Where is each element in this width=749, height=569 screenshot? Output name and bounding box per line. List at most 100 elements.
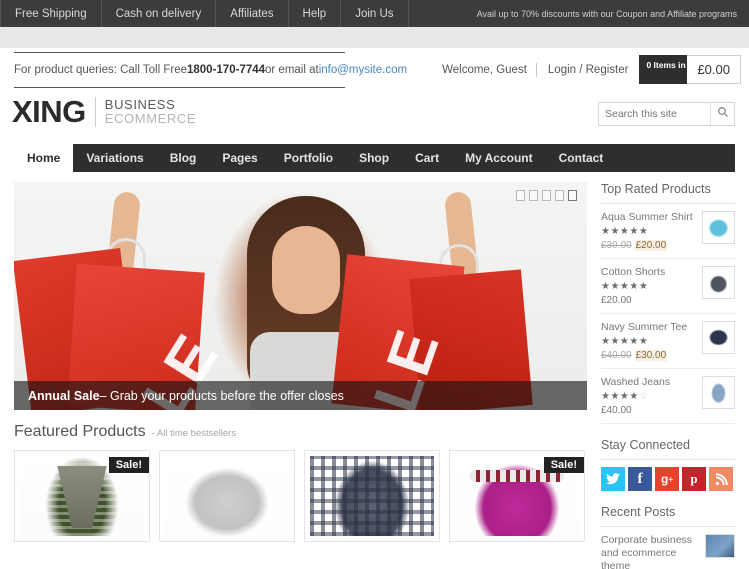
product-card-1[interactable]: Sale! — [14, 450, 150, 542]
product-image-2 — [165, 456, 289, 536]
nav-item-blog[interactable]: Blog — [157, 144, 210, 172]
hero-slide-dot-5[interactable] — [568, 190, 577, 201]
top-rated-name-3: Navy Summer Tee — [601, 321, 688, 333]
top-rated-info-2: Cotton Shorts ★★★★★ £20.00 — [601, 266, 702, 306]
logo-search-row: XING BUSINESS ECOMMERCE — [0, 94, 749, 144]
twitter-icon[interactable] — [601, 467, 625, 491]
product-card-4[interactable]: Sale! — [449, 450, 585, 542]
nav-item-cart[interactable]: Cart — [402, 144, 452, 172]
hero-slide-dot-2[interactable] — [529, 190, 538, 201]
topbar-link-help[interactable]: Help — [289, 0, 342, 27]
top-rated-thumb-1[interactable] — [702, 211, 735, 244]
sidebar-column: Top Rated Products Aqua Summer Shirt ★★★… — [601, 182, 735, 569]
top-rated-info-4: Washed Jeans ★★★★☆ £40.00 — [601, 376, 702, 416]
featured-products-grid: Sale! Sale! — [14, 450, 587, 542]
top-bar-links: Free Shipping Cash on delivery Affiliate… — [0, 0, 409, 27]
top-rated-price-3: £30.00 — [634, 350, 668, 361]
hero-image: SALE SALE — [14, 182, 587, 410]
widget-recent-posts: Recent Posts Corporate business and ecom… — [601, 505, 735, 569]
top-rated-prices-3: £40.00 £30.00 — [601, 350, 697, 361]
welcome-text: Welcome, Guest — [442, 63, 527, 76]
nav-item-pages[interactable]: Pages — [209, 144, 270, 172]
hero-caption: Annual Sale – Grab your products before … — [14, 381, 587, 410]
contact-email-link[interactable]: info@mysite.com — [319, 64, 407, 76]
top-rated-item-2[interactable]: Cotton Shorts ★★★★★ £20.00 — [601, 266, 735, 314]
topbar-link-affiliates[interactable]: Affiliates — [216, 0, 289, 27]
topbar-link-cash-on-delivery[interactable]: Cash on delivery — [102, 0, 217, 27]
topbar-link-free-shipping[interactable]: Free Shipping — [0, 0, 102, 27]
top-rated-item-1[interactable]: Aqua Summer Shirt ★★★★★ £30.00 £20.00 — [601, 211, 735, 259]
hero-caption-bold: Annual Sale — [28, 388, 100, 403]
stay-connected-title: Stay Connected — [601, 438, 735, 460]
main-nav-wrapper: Home Variations Blog Pages Portfolio Sho… — [0, 144, 749, 172]
logo-tagline-line2: ECOMMERCE — [104, 111, 197, 126]
top-rated-item-3[interactable]: Navy Summer Tee ★★★★★ £40.00 £30.00 — [601, 321, 735, 369]
nav-item-variations[interactable]: Variations — [73, 144, 156, 172]
nav-item-home[interactable]: Home — [14, 144, 74, 172]
recent-post-thumb-1[interactable] — [705, 534, 735, 558]
top-rated-name-2: Cotton Shorts — [601, 266, 666, 278]
top-rated-info-1: Aqua Summer Shirt ★★★★★ £30.00 £20.00 — [601, 211, 702, 251]
cart-total-amount[interactable]: £0.00 — [687, 55, 741, 84]
login-register-link[interactable]: Login / Register — [537, 64, 640, 76]
site-logo[interactable]: XING BUSINESS ECOMMERCE — [12, 94, 196, 130]
top-rated-old-price-3: £40.00 — [601, 350, 632, 361]
logo-brand-text: XING — [12, 94, 86, 129]
top-rated-price-4: £40.00 — [601, 405, 632, 416]
hero-model-face — [272, 226, 340, 314]
top-rated-thumb-4[interactable] — [702, 376, 735, 409]
top-rated-item-4[interactable]: Washed Jeans ★★★★☆ £40.00 — [601, 376, 735, 424]
nav-item-shop[interactable]: Shop — [346, 144, 402, 172]
nav-item-contact[interactable]: Contact — [546, 144, 617, 172]
top-rated-prices-2: £20.00 — [601, 295, 697, 306]
facebook-icon[interactable]: f — [628, 467, 652, 491]
top-rated-name-1: Aqua Summer Shirt — [601, 211, 693, 223]
product-card-3[interactable] — [304, 450, 440, 542]
top-rated-thumb-3[interactable] — [702, 321, 735, 354]
product-sale-badge-4: Sale! — [543, 457, 584, 473]
grey-divider-strip — [0, 27, 749, 48]
hero-slide-dot-3[interactable] — [542, 190, 551, 201]
primary-column: SALE SALE Annual Sale – Grab your produc… — [14, 182, 587, 569]
recent-post-title-1[interactable]: Corporate business and ecommerce theme — [601, 534, 700, 569]
product-card-2[interactable] — [159, 450, 295, 542]
top-rated-name-4: Washed Jeans — [601, 376, 671, 388]
top-rated-prices-4: £40.00 — [601, 405, 697, 416]
main-navigation: Home Variations Blog Pages Portfolio Sho… — [14, 144, 735, 172]
google-plus-icon[interactable]: g + — [655, 467, 679, 491]
hero-slide-indicators — [516, 190, 577, 201]
cart-item-count[interactable]: 0 Items in cart — [639, 55, 704, 84]
top-rated-stars-1: ★★★★★ — [601, 226, 649, 237]
search-input[interactable] — [599, 103, 710, 125]
topbar-promo-text: Avail up to 70% discounts with our Coupo… — [476, 8, 737, 19]
nav-item-my-account[interactable]: My Account — [452, 144, 546, 172]
search-button[interactable] — [710, 103, 734, 125]
top-rated-stars-3: ★★★★★ — [601, 336, 649, 347]
top-rated-info-3: Navy Summer Tee ★★★★★ £40.00 £30.00 — [601, 321, 702, 361]
contact-phone: 1800-170-7744 — [187, 64, 266, 76]
cart-button[interactable]: 0 Items in cart £0.00 — [639, 55, 741, 84]
product-sale-badge-1: Sale! — [108, 457, 149, 473]
top-rated-thumb-2[interactable] — [702, 266, 735, 299]
top-rated-prices-1: £30.00 £20.00 — [601, 240, 697, 251]
social-icon-list: f g + p — [601, 467, 735, 491]
top-rated-stars-2: ★★★★★ — [601, 281, 649, 292]
pinterest-icon[interactable]: p — [682, 467, 706, 491]
topbar-link-join-us[interactable]: Join Us — [341, 0, 409, 27]
hero-slide-dot-4[interactable] — [555, 190, 564, 201]
rss-waves-glyph — [715, 472, 728, 485]
logo-tagline-line1: BUSINESS — [104, 97, 176, 112]
site-search[interactable] — [598, 102, 735, 126]
recent-posts-title: Recent Posts — [601, 505, 735, 527]
rss-icon[interactable] — [709, 467, 733, 491]
widget-top-rated-products: Top Rated Products Aqua Summer Shirt ★★★… — [601, 182, 735, 424]
nav-item-portfolio[interactable]: Portfolio — [271, 144, 346, 172]
top-rated-price-2: £20.00 — [601, 295, 632, 306]
featured-products-subtitle: - All time bestsellers — [151, 428, 237, 439]
featured-products-header: Featured Products - All time bestsellers — [14, 423, 587, 441]
recent-post-item-1[interactable]: Corporate business and ecommerce theme — [601, 534, 735, 569]
hero-slider[interactable]: SALE SALE Annual Sale – Grab your produc… — [14, 182, 587, 410]
hero-slide-dot-1[interactable] — [516, 190, 525, 201]
top-utility-bar: Free Shipping Cash on delivery Affiliate… — [0, 0, 749, 27]
top-rated-old-price-1: £30.00 — [601, 240, 632, 251]
